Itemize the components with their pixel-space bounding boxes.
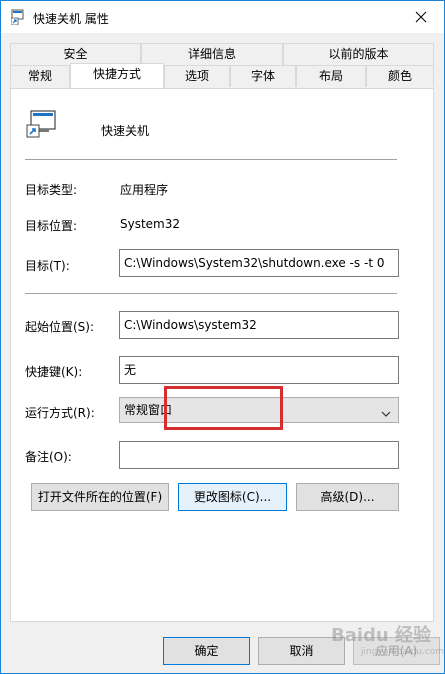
- comment-label: 备注(O):: [25, 450, 72, 464]
- close-icon[interactable]: [398, 1, 444, 33]
- divider: [25, 293, 397, 294]
- hotkey-input[interactable]: 无: [119, 356, 399, 384]
- advanced-button[interactable]: 高级(D)...: [296, 483, 399, 511]
- watermark-logo: Baidu 经验: [331, 625, 432, 646]
- shortcut-panel: 快速关机 目标类型: 应用程序 目标位置: System32 目标(T): C:…: [10, 88, 434, 622]
- divider: [25, 159, 397, 160]
- start-in-label: 起始位置(S):: [25, 320, 95, 334]
- app-icon: [10, 9, 27, 26]
- tab-options[interactable]: 选项: [164, 65, 230, 87]
- highlight-annotation: [164, 386, 283, 430]
- change-icon-button[interactable]: 更改图标(C)...: [178, 483, 287, 511]
- hotkey-label: 快捷键(K):: [25, 365, 83, 379]
- start-in-input[interactable]: C:\Windows\system32: [119, 311, 399, 339]
- tab-shortcut[interactable]: 快捷方式: [70, 63, 164, 88]
- tab-previous-versions[interactable]: 以前的版本: [283, 43, 434, 65]
- target-location-label: 目标位置:: [25, 219, 78, 233]
- open-file-location-button[interactable]: 打开文件所在的位置(F): [31, 483, 169, 511]
- tab-font[interactable]: 字体: [230, 65, 296, 87]
- watermark-url: jingyan.baidu.com: [361, 647, 445, 657]
- tab-security[interactable]: 安全: [10, 43, 141, 65]
- title-bar[interactable]: 快速关机 属性: [1, 1, 444, 33]
- target-type-value: 应用程序: [120, 183, 169, 197]
- tab-colors[interactable]: 颜色: [366, 65, 434, 87]
- tab-strip: 安全 详细信息 以前的版本 常规 快捷方式 选项 字体 布局 颜色: [1, 33, 444, 89]
- comment-input[interactable]: [119, 441, 399, 469]
- shortcut-icon: [25, 109, 59, 139]
- chevron-down-icon: [380, 404, 392, 417]
- shortcut-name: 快速关机: [101, 124, 150, 138]
- tab-general[interactable]: 常规: [10, 65, 70, 87]
- properties-window: 快速关机 属性 安全 详细信息 以前的版本 常规 快捷方式 选项 字体 布局 颜…: [0, 0, 445, 674]
- target-input[interactable]: C:\Windows\System32\shutdown.exe -s -t 0: [119, 249, 399, 277]
- ok-button[interactable]: 确定: [163, 637, 250, 665]
- run-label: 运行方式(R):: [25, 406, 95, 420]
- target-location-value: System32: [120, 217, 181, 231]
- tab-layout[interactable]: 布局: [296, 65, 366, 87]
- tab-details[interactable]: 详细信息: [141, 43, 283, 65]
- window-title: 快速关机 属性: [33, 12, 109, 26]
- target-label: 目标(T):: [25, 259, 70, 273]
- target-type-label: 目标类型:: [25, 183, 78, 197]
